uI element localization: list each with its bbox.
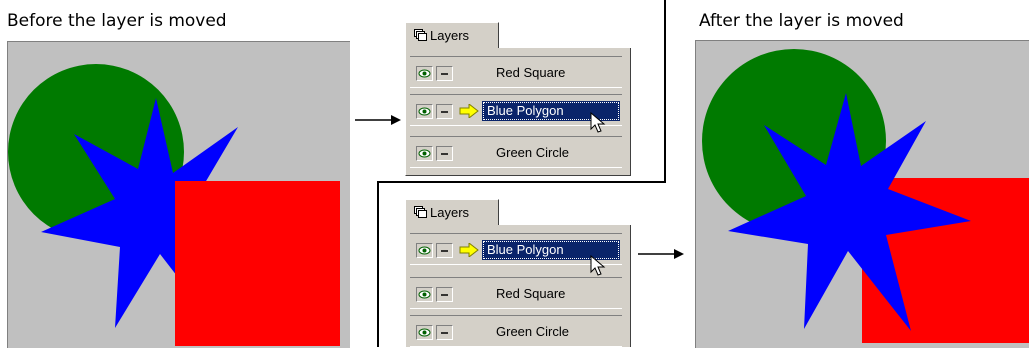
layer-name: Green Circle <box>496 145 569 160</box>
layers-icon <box>414 29 427 41</box>
eye-icon[interactable] <box>416 146 433 161</box>
canvas-after <box>695 40 1029 348</box>
layers-panel-top: Layers Red Square Blue Polygon Green Cir… <box>405 22 631 176</box>
connector-line <box>664 0 666 182</box>
arrow-right-icon <box>355 115 401 125</box>
layers-tab-label: Layers <box>430 28 470 43</box>
eye-icon[interactable] <box>416 287 433 302</box>
after-caption: After the layer is moved <box>699 11 904 31</box>
arrow-right-icon <box>638 249 684 259</box>
layers-list: Blue Polygon Red Square Green Circle <box>405 225 631 347</box>
layer-row[interactable]: Green Circle <box>410 315 622 347</box>
lock-toggle-icon[interactable] <box>436 243 453 258</box>
lock-toggle-icon[interactable] <box>436 146 453 161</box>
eye-icon[interactable] <box>416 325 433 340</box>
layers-tab[interactable]: Layers <box>405 199 499 225</box>
layer-name: Red Square <box>496 286 566 301</box>
mouse-pointer-icon <box>590 255 606 276</box>
current-layer-arrow-icon <box>459 243 479 257</box>
eye-icon[interactable] <box>416 66 433 81</box>
layers-tab-label: Layers <box>430 205 470 220</box>
red-square-shape <box>175 181 340 346</box>
eye-icon[interactable] <box>416 243 433 258</box>
eye-icon[interactable] <box>416 104 433 119</box>
layer-name: Red Square <box>496 65 566 80</box>
mouse-pointer-icon <box>590 112 606 133</box>
layers-icon <box>414 206 427 218</box>
connector-line <box>377 181 379 347</box>
lock-toggle-icon[interactable] <box>436 325 453 340</box>
layers-tab[interactable]: Layers <box>405 22 499 48</box>
layer-row[interactable]: Red Square <box>410 277 622 309</box>
current-layer-arrow-icon <box>459 104 479 118</box>
canvas-before <box>7 41 350 348</box>
layer-row[interactable]: Green Circle <box>410 136 622 168</box>
connector-line <box>377 181 666 183</box>
layers-panel-bottom: Layers Blue Polygon Red Square Green Cir… <box>405 199 631 347</box>
layer-name: Green Circle <box>496 324 569 339</box>
lock-toggle-icon[interactable] <box>436 104 453 119</box>
lock-toggle-icon[interactable] <box>436 287 453 302</box>
lock-toggle-icon[interactable] <box>436 66 453 81</box>
layer-row[interactable]: Red Square <box>410 56 622 88</box>
before-caption: Before the layer is moved <box>7 11 227 31</box>
